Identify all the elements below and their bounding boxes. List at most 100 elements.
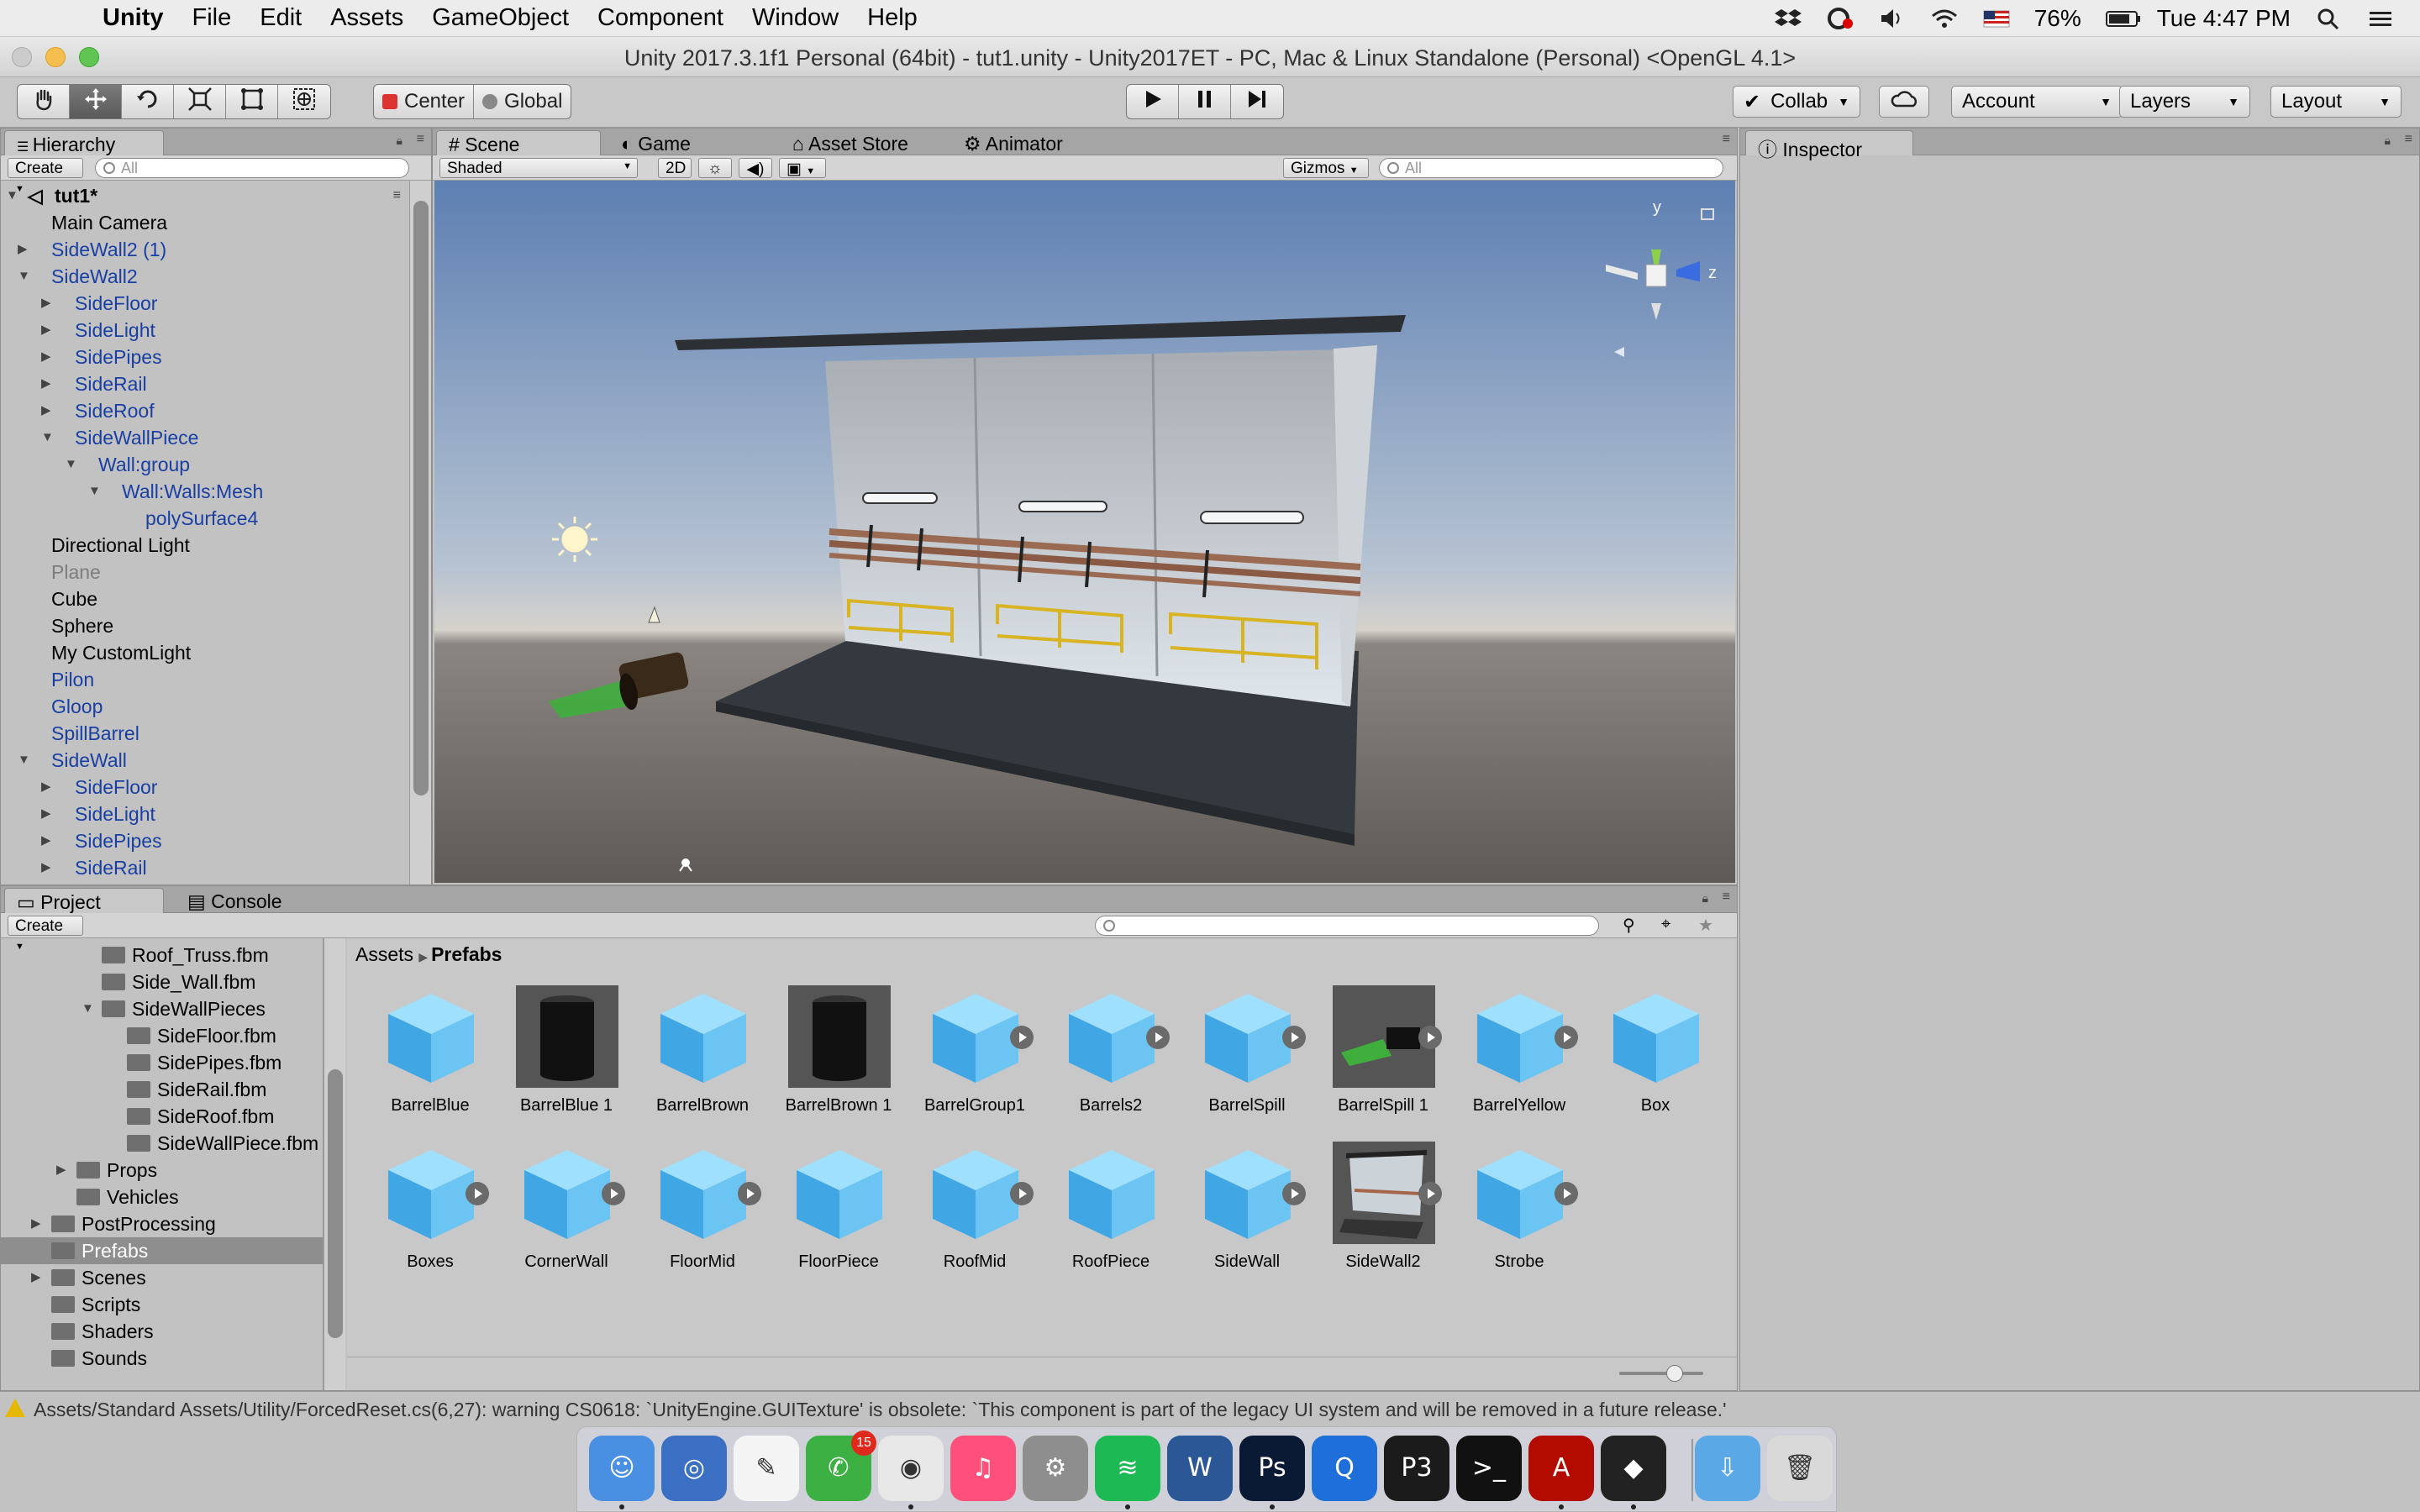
prefab-asset[interactable]: BarrelSpill 1 (1320, 979, 1446, 1130)
chevron-down-icon[interactable]: ▼ (88, 478, 103, 505)
folder-item[interactable]: ▶ Props (1, 1157, 323, 1184)
clock[interactable]: Tue 4:47 PM (2157, 5, 2291, 32)
menu-assets[interactable]: Assets (330, 4, 403, 32)
us-flag-icon[interactable] (1982, 7, 2011, 30)
folder-item[interactable]: Roof_Truss.fbm (1, 942, 323, 969)
tab-animator[interactable]: ⚙ Animator (952, 130, 1075, 155)
rect-tool-button[interactable] (226, 85, 278, 118)
folder-item[interactable]: SideRail.fbm (1, 1076, 323, 1103)
folder-item[interactable]: SidePipes.fbm (1, 1049, 323, 1076)
icon-size-slider-knob[interactable] (1666, 1365, 1683, 1382)
expand-prefab-icon[interactable] (1418, 1026, 1442, 1049)
breadcrumb-assets[interactable]: Assets (355, 943, 413, 965)
hierarchy-scroll-thumb[interactable] (413, 201, 429, 795)
notification-center-icon[interactable] (2366, 7, 2395, 30)
toggle-2d-button[interactable]: 2D (658, 158, 692, 178)
menu-edit[interactable]: Edit (260, 4, 302, 32)
expand-prefab-icon[interactable] (1282, 1182, 1306, 1205)
prefab-asset[interactable]: SideWall (1184, 1135, 1310, 1286)
word-icon[interactable]: W (1167, 1436, 1233, 1501)
p3-icon[interactable]: P3 (1384, 1436, 1449, 1501)
chrome-icon[interactable]: ◉ (878, 1436, 944, 1501)
menu-file[interactable]: File (192, 4, 232, 32)
hierarchy-item[interactable]: SpillBarrel (1, 720, 406, 747)
hierarchy-item[interactable]: ▼ SideWallPiece (1, 424, 406, 451)
expand-prefab-icon[interactable] (1010, 1182, 1034, 1205)
chevron-down-icon[interactable]: ▼ (18, 263, 33, 290)
chevron-down-icon[interactable]: ▼ (65, 451, 80, 478)
acrobat-icon[interactable]: A (1528, 1436, 1594, 1501)
folder-item[interactable]: Side_Wall.fbm (1, 969, 323, 995)
chevron-right-icon[interactable]: ▶ (41, 801, 56, 827)
hierarchy-item[interactable]: ▼ Wall:group (1, 451, 406, 478)
hierarchy-create-dropdown[interactable]: Create ▼ (8, 158, 83, 194)
scene-render[interactable]: y z (434, 181, 1735, 883)
dropbox-icon[interactable] (1774, 7, 1802, 30)
move-tool-button[interactable] (70, 85, 122, 118)
hierarchy-item[interactable]: ▶ SideRoof (1, 397, 406, 424)
scene-viewport[interactable]: y z (434, 181, 1735, 883)
prefab-asset[interactable]: BarrelSpill (1184, 979, 1310, 1130)
scene-effects-dropdown[interactable]: ▣ ▼ (779, 158, 826, 178)
folder-item[interactable]: ▶ PostProcessing (1, 1210, 323, 1237)
chevron-down-icon[interactable]: ▼ (18, 747, 33, 774)
expand-prefab-icon[interactable] (1555, 1026, 1578, 1049)
prefab-asset[interactable]: CornerWall (503, 1135, 629, 1286)
expand-prefab-icon[interactable] (1555, 1182, 1578, 1205)
scene-search-input[interactable]: All (1379, 158, 1723, 178)
hierarchy-item[interactable]: ▼ SideWall (1, 747, 406, 774)
prefab-asset[interactable]: Box (1592, 979, 1718, 1130)
lock-icon[interactable]: 🔒︎ (2385, 134, 2391, 148)
menu-component[interactable]: Component (597, 4, 723, 32)
lock-icon[interactable]: 🔒︎ (397, 134, 402, 148)
menu-window[interactable]: Window (752, 4, 839, 32)
chevron-down-icon[interactable]: ▼ (82, 995, 97, 1022)
textedit-icon[interactable]: ✎ (734, 1436, 799, 1501)
panel-menu-icon[interactable]: ≡ (1723, 890, 1730, 905)
tab-console[interactable]: ▤ Console (176, 888, 294, 913)
layers-dropdown[interactable]: Layers ▼ (2119, 86, 2250, 118)
prefab-asset[interactable]: FloorPiece (776, 1135, 902, 1286)
prefab-asset[interactable]: SideWall2 (1320, 1135, 1446, 1286)
scene-audio-toggle[interactable]: ◀) (739, 158, 772, 178)
hierarchy-item[interactable]: polySurface4 (1, 505, 406, 532)
downloads-folder-icon[interactable]: ⇩ (1695, 1436, 1760, 1501)
hierarchy-item[interactable]: ▶ SidePipes (1, 344, 406, 370)
tab-scene[interactable]: # Scene (436, 130, 601, 155)
pivot-center-toggle[interactable]: Center (374, 85, 475, 118)
expand-prefab-icon[interactable] (1146, 1026, 1170, 1049)
hierarchy-item[interactable]: Main Camera (1, 209, 406, 236)
scene-lighting-toggle[interactable]: ☼ (698, 158, 732, 178)
hierarchy-item[interactable]: ▶ SideRail (1, 370, 406, 397)
finder-icon[interactable]: ☺ (589, 1436, 655, 1501)
expand-prefab-icon[interactable] (466, 1182, 489, 1205)
chevron-right-icon[interactable]: ▶ (41, 290, 56, 317)
hierarchy-item[interactable]: My CustomLight (1, 639, 406, 666)
hierarchy-item[interactable]: ▶ SideLight (1, 317, 406, 344)
chevron-right-icon[interactable]: ▶ (41, 370, 56, 397)
panel-menu-icon[interactable]: ≡ (417, 132, 424, 147)
folder-item[interactable]: SideRoof.fbm (1, 1103, 323, 1130)
quicktime-icon[interactable]: Q (1312, 1436, 1377, 1501)
scene-root-row[interactable]: ▼ ◁ tut1* ≡ (1, 182, 406, 209)
prefab-asset[interactable]: BarrelBlue 1 (503, 979, 629, 1130)
trash-icon[interactable]: 🗑 (1767, 1436, 1833, 1501)
menu-help[interactable]: Help (867, 4, 918, 32)
expand-prefab-icon[interactable] (602, 1182, 625, 1205)
step-button[interactable] (1231, 85, 1283, 118)
hierarchy-item[interactable]: ▶ SideFloor (1, 774, 406, 801)
hierarchy-item[interactable]: ▶ SideLight (1, 801, 406, 827)
hierarchy-item[interactable]: ▼ SideWall2 (1, 263, 406, 290)
tab-game[interactable]: ◐ Game (609, 130, 702, 155)
chevron-right-icon[interactable]: ▶ (41, 397, 56, 424)
prefab-asset[interactable]: Barrels2 (1048, 979, 1174, 1130)
facetime-icon[interactable]: ✆ 15 (806, 1431, 876, 1501)
filter-by-label-icon[interactable]: ⌖ (1661, 915, 1670, 934)
spotlight-search-icon[interactable] (2314, 7, 2343, 30)
gizmos-dropdown[interactable]: Gizmos ▼ (1283, 158, 1369, 178)
scale-tool-button[interactable] (174, 85, 226, 118)
folder-item[interactable]: Vehicles (1, 1184, 323, 1210)
battery-icon[interactable] (2105, 7, 2140, 30)
folder-item[interactable]: ▶ Scenes (1, 1264, 323, 1291)
hand-tool-button[interactable] (18, 85, 70, 118)
